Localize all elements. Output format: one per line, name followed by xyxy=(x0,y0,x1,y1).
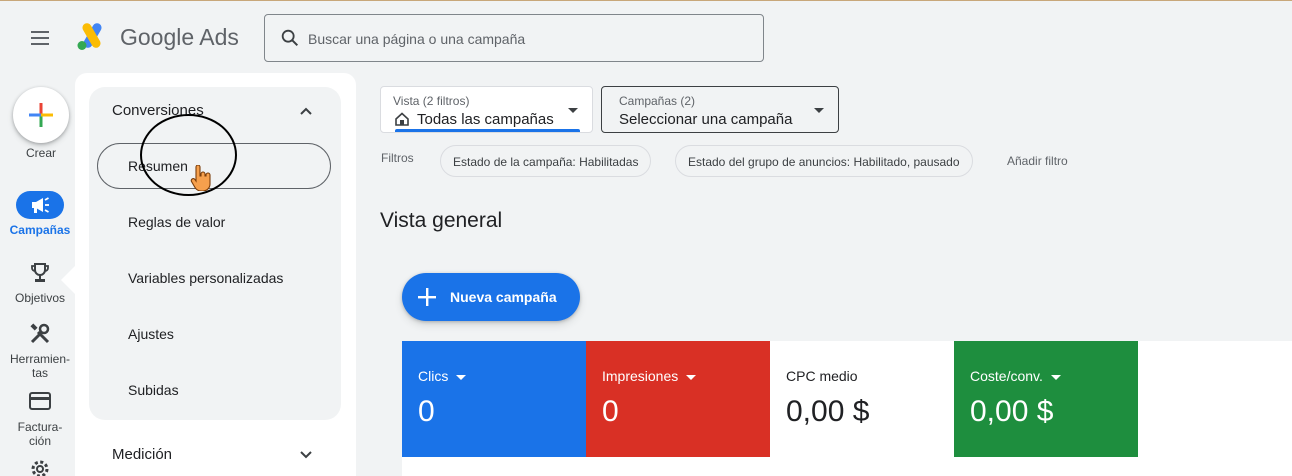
plus-icon xyxy=(418,288,436,306)
menu-bar xyxy=(31,37,49,39)
metric-label-clicks: Clics xyxy=(418,368,449,384)
caret-down-icon xyxy=(686,374,697,380)
hand-cursor-icon xyxy=(190,165,211,191)
flyout-item-value-rules[interactable]: Reglas de valor xyxy=(128,214,225,230)
metric-value-impressions: 0 xyxy=(602,395,619,428)
google-ads-logo-icon xyxy=(77,23,102,50)
metric-card-cost-per-conv[interactable]: Coste/conv. 0,00 $ xyxy=(954,341,1138,457)
rail-label-campaigns[interactable]: Campañas xyxy=(0,223,80,237)
credit-card-icon[interactable] xyxy=(29,392,51,410)
campaign-selector-value: Seleccionar una campaña xyxy=(619,111,793,128)
flyout-item-settings[interactable]: Ajustes xyxy=(128,326,174,342)
metric-label-avg-cpc: CPC medio xyxy=(786,368,858,384)
metric-value-cost-per-conv: 0,00 $ xyxy=(970,395,1054,428)
metric-card-clicks[interactable]: Clics 0 xyxy=(402,341,586,457)
flyout-item-uploads[interactable]: Subidas xyxy=(128,382,179,398)
menu-bar xyxy=(31,43,49,45)
search-placeholder: Buscar una página o una campaña xyxy=(308,31,526,47)
flyout-item-custom-variables[interactable]: Variables personalizadas xyxy=(128,270,283,286)
metric-card-impressions[interactable]: Impresiones 0 xyxy=(586,341,770,457)
page-title: Vista general xyxy=(380,209,503,232)
flyout-notch xyxy=(61,266,75,294)
chevron-down-icon[interactable] xyxy=(299,448,313,462)
search-input[interactable]: Buscar una página o una campaña xyxy=(264,14,764,62)
rail-label-tools[interactable]: Herramien- tas xyxy=(0,352,80,380)
metric-value-avg-cpc: 0,00 $ xyxy=(786,395,870,428)
create-label: Crear xyxy=(25,146,56,160)
campaign-selector-caption: Campañas (2) xyxy=(619,94,696,108)
highlight-circle xyxy=(140,114,237,196)
view-selector[interactable]: Vista (2 filtros) Todas las campañas xyxy=(380,86,593,133)
new-campaign-label: Nueva campaña xyxy=(450,289,557,305)
campaign-selector[interactable]: Campañas (2) Seleccionar una campaña xyxy=(601,86,839,133)
chevron-up-icon[interactable] xyxy=(299,104,313,118)
gear-icon[interactable] xyxy=(29,458,51,476)
metric-label-cost-per-conv: Coste/conv. xyxy=(970,368,1043,384)
rail-label-billing-line2: ción xyxy=(28,434,51,448)
caret-down-icon xyxy=(1050,374,1061,380)
metric-label-impressions: Impresiones xyxy=(602,368,679,384)
caret-down-icon xyxy=(568,108,578,113)
megaphone-icon xyxy=(32,197,49,213)
filter-chip-campaign-status[interactable]: Estado de la campaña: Habilitadas xyxy=(440,145,652,177)
rail-label-billing-line1: Factura- xyxy=(17,420,63,434)
rail-item-campaigns[interactable] xyxy=(16,191,64,219)
menu-bar xyxy=(31,31,49,33)
create-button[interactable] xyxy=(13,87,69,143)
search-icon xyxy=(281,29,299,47)
view-selector-underline xyxy=(395,129,580,132)
app-name: Google Ads xyxy=(120,24,239,50)
view-selector-value: Todas las campañas xyxy=(417,111,554,128)
rail-label-tools-line2: tas xyxy=(31,366,48,380)
metrics-panel: Clics 0 Impresiones 0 CPC medio 0,00 $ C… xyxy=(402,341,1292,476)
metric-card-avg-cpc[interactable]: CPC medio 0,00 $ xyxy=(770,341,954,457)
metric-value-clicks: 0 xyxy=(418,395,435,428)
filters-label: Filtros xyxy=(381,151,414,165)
home-icon xyxy=(395,112,409,126)
tools-icon[interactable] xyxy=(29,323,51,345)
filter-chip-adgroup-status[interactable]: Estado del grupo de anuncios: Habilitado… xyxy=(675,145,973,177)
view-selector-caption: Vista (2 filtros) xyxy=(393,94,470,108)
caret-down-icon xyxy=(814,108,824,113)
main-menu-button[interactable] xyxy=(26,25,54,51)
group-title-measurement[interactable]: Medición xyxy=(112,446,172,463)
add-filter-link[interactable]: Añadir filtro xyxy=(1007,154,1068,168)
new-campaign-button[interactable]: Nueva campaña xyxy=(402,273,580,321)
rail-label-billing[interactable]: Factura- ción xyxy=(0,420,80,448)
caret-down-icon xyxy=(456,374,467,380)
plus-icon xyxy=(29,103,53,127)
trophy-icon[interactable] xyxy=(29,262,51,284)
rail-label-tools-line1: Herramien- xyxy=(9,352,70,366)
